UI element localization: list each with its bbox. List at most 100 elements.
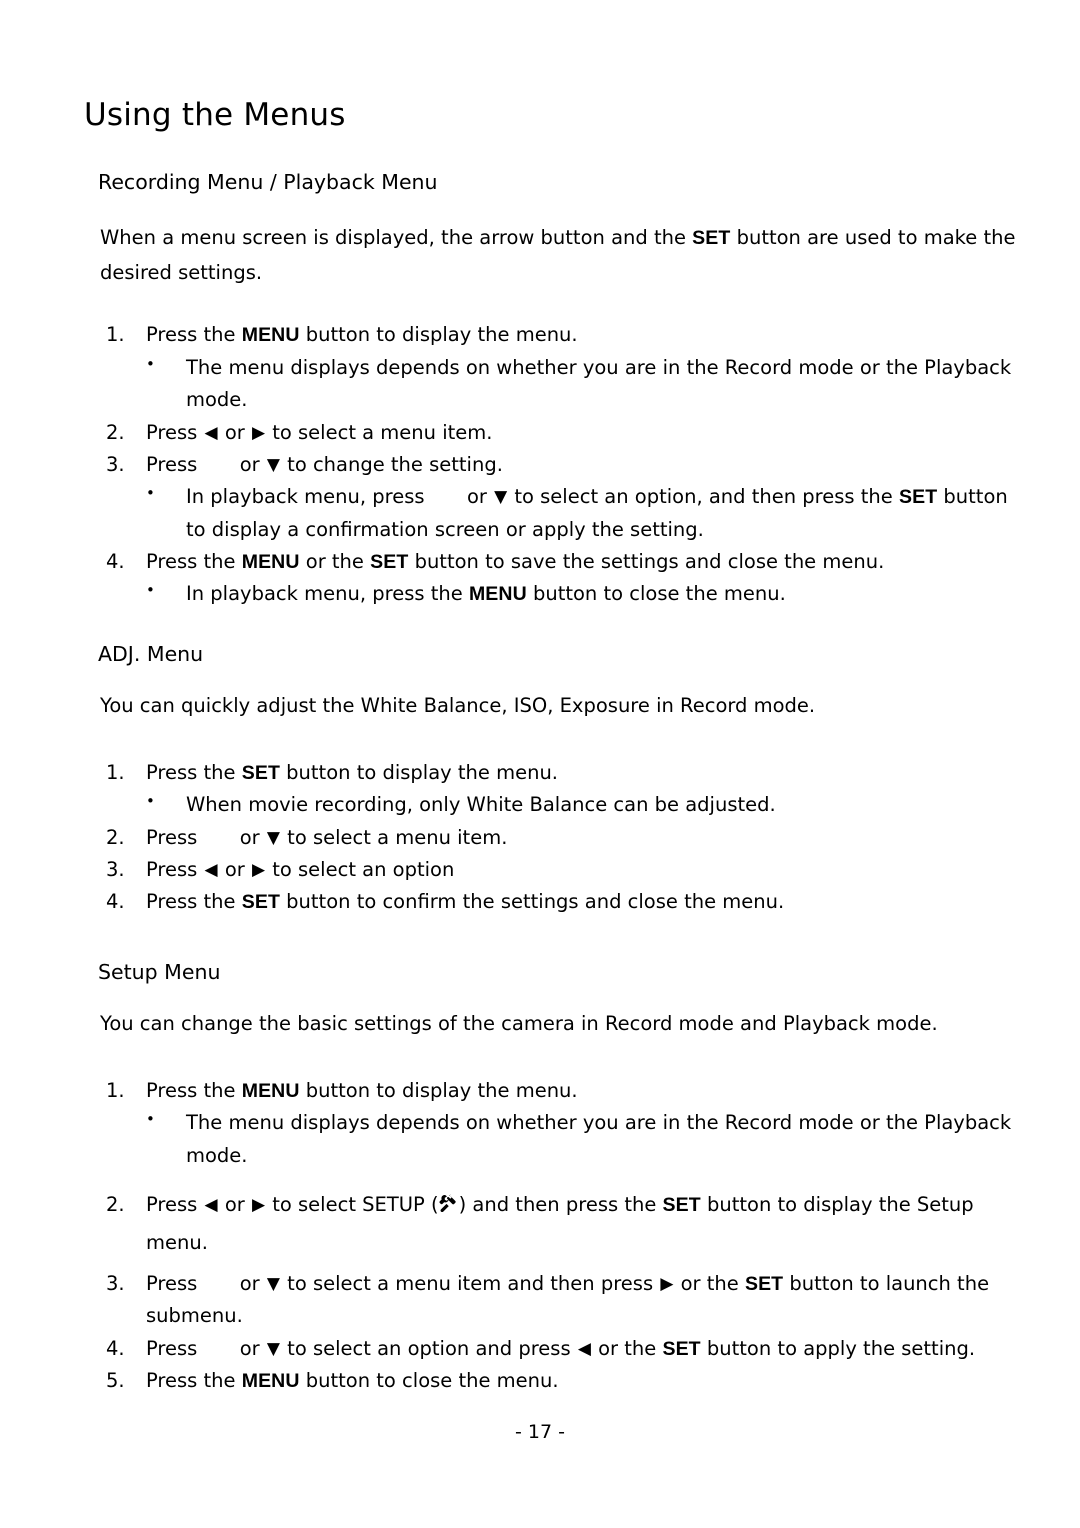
kbd-set: SET: [241, 761, 280, 784]
step-number: 2.: [106, 420, 125, 444]
kbd-set: SET: [370, 550, 409, 573]
kbd-menu: MENU: [241, 550, 300, 573]
kbd-set: SET: [692, 227, 731, 250]
step-text-d: or the: [598, 1336, 657, 1360]
right-arrow-icon: ▶: [251, 422, 266, 443]
steps-adj-menu: 1. Press the SET button to display the m…: [84, 757, 1028, 919]
kbd-menu: MENU: [241, 324, 300, 347]
tools-setup-icon: [439, 1193, 459, 1213]
manual-page: Using the Menus Recording Menu / Playbac…: [0, 0, 1080, 1528]
step-text-a: Press: [146, 857, 198, 881]
step-text-b: button to display the menu.: [305, 323, 578, 347]
step-text-b: or: [239, 452, 260, 476]
bullet-dot-icon: •: [146, 354, 155, 373]
step-text-d: or the: [680, 1271, 739, 1295]
step-text-b: or: [239, 1336, 260, 1360]
bullet-text-b: button to close the menu.: [532, 582, 786, 606]
step-text-c: button to save the settings and close th…: [414, 549, 885, 573]
kbd-set: SET: [662, 1337, 701, 1360]
list-item: 5. Press the MENU button to close the me…: [84, 1365, 1028, 1397]
section-intro-recording-playback: When a menu screen is displayed, the arr…: [84, 221, 1028, 289]
step-text-a: Press: [146, 1271, 198, 1295]
kbd-set: SET: [241, 891, 280, 914]
bullet-text: The menu displays depends on whether you…: [186, 355, 1012, 412]
step-text-d: ) and then press the: [458, 1192, 657, 1216]
step-text-c: to select an option and press: [287, 1336, 571, 1360]
steps-setup-menu: 1. Press the MENU button to display the …: [84, 1075, 1028, 1398]
right-arrow-icon: ▶: [660, 1273, 674, 1294]
step-text-b: or: [224, 1192, 245, 1216]
kbd-set: SET: [662, 1193, 701, 1216]
step-number: 4.: [106, 890, 125, 914]
left-arrow-icon: ◀: [204, 422, 218, 443]
step-text-a: Press the: [146, 1369, 236, 1393]
step-text-a: Press: [146, 452, 198, 476]
intro-text-a: When a menu screen is displayed, the arr…: [100, 226, 686, 250]
step-text-c: to select a menu item.: [272, 420, 493, 444]
step-text-c: to change the setting.: [287, 452, 503, 476]
step-number: 2.: [106, 825, 125, 849]
list-item: • The menu displays depends on whether y…: [84, 352, 1028, 417]
step-number: 4.: [106, 549, 125, 573]
step-text-c: to select an option: [272, 857, 455, 881]
list-item: • The menu displays depends on whether y…: [84, 1107, 1028, 1172]
down-arrow-icon: ▼: [266, 454, 280, 475]
left-arrow-icon: ◀: [204, 1194, 218, 1215]
step-text-a: Press: [146, 825, 198, 849]
steps-recording-playback: 1. Press the MENU button to display the …: [84, 319, 1028, 610]
bullet-dot-icon: •: [146, 581, 155, 600]
down-arrow-icon: ▼: [266, 1273, 280, 1294]
step-text-a: Press the: [146, 549, 236, 573]
bullet-dot-icon: •: [146, 792, 155, 811]
down-arrow-icon: ▼: [494, 487, 508, 508]
bullet-dot-icon: •: [146, 484, 155, 503]
step-text-c: to select a menu item and then press: [287, 1271, 654, 1295]
step-number: 4.: [106, 1336, 125, 1360]
list-item: 4. Press the SET button to confirm the s…: [84, 886, 1028, 918]
step-text-b: button to display the menu.: [286, 760, 559, 784]
step-number: 3.: [106, 857, 125, 881]
list-item: 1. Press the MENU button to display the …: [84, 1075, 1028, 1107]
bullet-text-c: to select an option, and then press the: [514, 485, 893, 509]
bullet-text-b: or: [466, 485, 487, 509]
step-number: 3.: [106, 452, 125, 476]
step-text-b: or: [224, 857, 245, 881]
step-text-a: Press: [146, 1192, 198, 1216]
section-heading-adj-menu: ADJ. Menu: [98, 641, 204, 666]
list-item: • When movie recording, only White Balan…: [84, 789, 1028, 821]
page-number: - 17 -: [515, 1421, 565, 1444]
step-text-b: or: [239, 1271, 260, 1295]
kbd-menu: MENU: [241, 1079, 300, 1102]
step-text-a: Press the: [146, 890, 236, 914]
section-intro-setup-menu: You can change the basic settings of the…: [100, 1012, 938, 1036]
step-number: 1.: [106, 323, 125, 347]
step-text-a: Press the: [146, 760, 236, 784]
right-arrow-icon: ▶: [251, 1194, 266, 1215]
bullet-text-a: In playback menu, press: [186, 485, 425, 509]
list-item: 1. Press the SET button to display the m…: [84, 757, 1028, 789]
step-text-b: button to close the menu.: [305, 1369, 559, 1393]
list-item: 2. Press ◀ or ▶ to select a menu item.: [84, 417, 1028, 449]
step-number: 1.: [106, 760, 125, 784]
step-number: 5.: [106, 1369, 125, 1393]
bullet-text-a: In playback menu, press the: [186, 582, 463, 606]
step-text-a: Press: [146, 1336, 198, 1360]
step-text-a: Press the: [146, 323, 236, 347]
step-text-a: Press: [146, 420, 198, 444]
list-item: 2. Press ◀ or ▶ to select SETUP ( ) and t…: [84, 1186, 1028, 1262]
list-item: 4. Press or ▼ to select an option and pr…: [84, 1333, 1028, 1365]
bullet-text: The menu displays depends on whether you…: [186, 1111, 1012, 1167]
section-heading-setup-menu: Setup Menu: [98, 959, 221, 984]
step-text-c: to select SETUP (: [272, 1192, 439, 1216]
step-text-b: or the: [305, 549, 364, 573]
list-item: 3. Press ◀ or ▶ to select an option: [84, 854, 1028, 886]
section-intro-adj-menu: You can quickly adjust the White Balance…: [100, 694, 816, 718]
left-arrow-icon: ◀: [577, 1338, 591, 1359]
page-title: Using the Menus: [84, 97, 346, 133]
step-number: 2.: [106, 1192, 125, 1216]
step-number: 1.: [106, 1078, 125, 1102]
list-item: 3. Press or ▼ to change the setting.: [84, 449, 1028, 481]
step-number: 3.: [106, 1271, 125, 1295]
list-item: 3. Press or ▼ to select a menu item and …: [84, 1268, 1028, 1333]
step-text-b: or: [239, 825, 260, 849]
